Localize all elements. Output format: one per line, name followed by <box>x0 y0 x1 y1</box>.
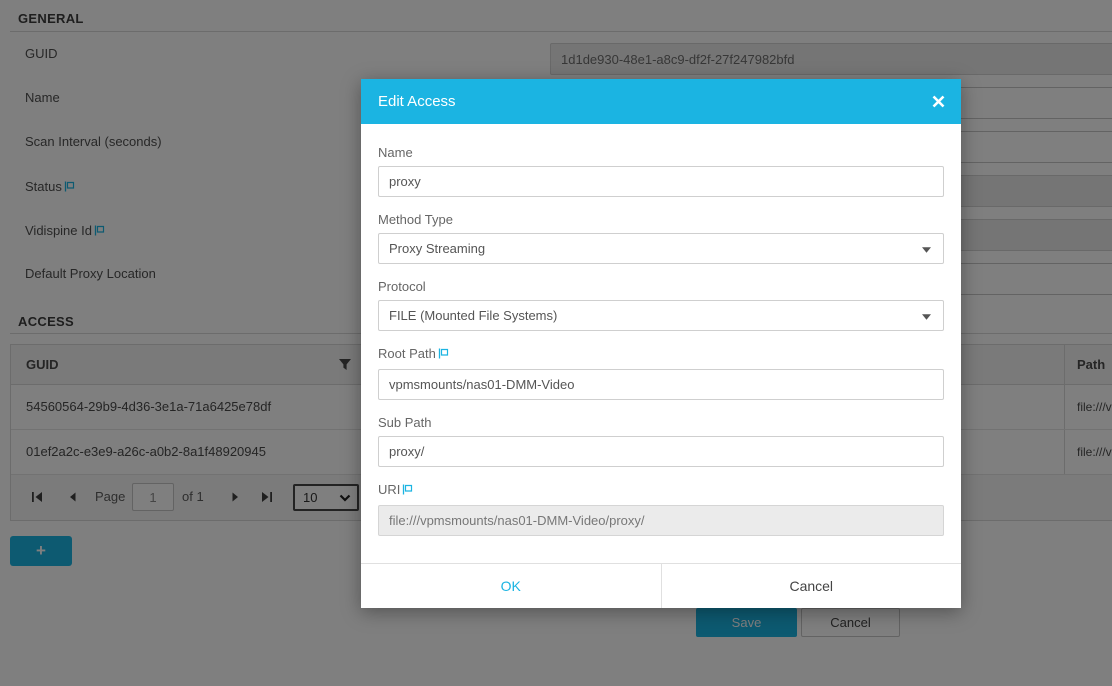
root-path-input[interactable] <box>378 369 944 400</box>
translatable-flag-icon <box>401 484 414 499</box>
dialog-name-label: Name <box>378 145 413 160</box>
dialog-cancel-button[interactable]: Cancel <box>661 564 961 608</box>
method-type-group: Method Type Proxy Streaming <box>378 212 944 264</box>
dialog-footer: OK Cancel <box>361 563 961 608</box>
root-path-label-text: Root Path <box>378 346 436 361</box>
dropdown-arrow-icon <box>922 247 931 253</box>
method-type-value: Proxy Streaming <box>389 241 486 256</box>
root-path-label: Root Path <box>378 346 944 363</box>
root-path-group: Root Path <box>378 346 944 400</box>
dialog-name-input[interactable] <box>378 166 944 197</box>
uri-label: URI <box>378 482 944 499</box>
protocol-select[interactable]: FILE (Mounted File Systems) <box>378 300 944 331</box>
protocol-group: Protocol FILE (Mounted File Systems) <box>378 279 944 331</box>
uri-group: URI <box>378 482 944 536</box>
sub-path-group: Sub Path <box>378 415 944 467</box>
uri-label-text: URI <box>378 482 401 497</box>
dialog-header: Edit Access <box>361 79 961 124</box>
dialog-body: Name Method Type Proxy Streaming Protoco… <box>361 124 961 536</box>
close-icon[interactable] <box>932 95 945 108</box>
dialog-title: Edit Access <box>378 93 456 110</box>
protocol-value: FILE (Mounted File Systems) <box>389 308 558 323</box>
sub-path-label: Sub Path <box>378 415 432 430</box>
name-group: Name <box>378 145 944 197</box>
protocol-label: Protocol <box>378 279 426 294</box>
edit-access-dialog: Edit Access Name Method Type Proxy Strea… <box>361 79 961 608</box>
dropdown-arrow-icon <box>922 314 931 320</box>
sub-path-input[interactable] <box>378 436 944 467</box>
method-type-label: Method Type <box>378 212 453 227</box>
ok-button[interactable]: OK <box>361 564 662 608</box>
uri-input <box>378 505 944 536</box>
method-type-select[interactable]: Proxy Streaming <box>378 233 944 264</box>
translatable-flag-icon <box>437 348 450 363</box>
